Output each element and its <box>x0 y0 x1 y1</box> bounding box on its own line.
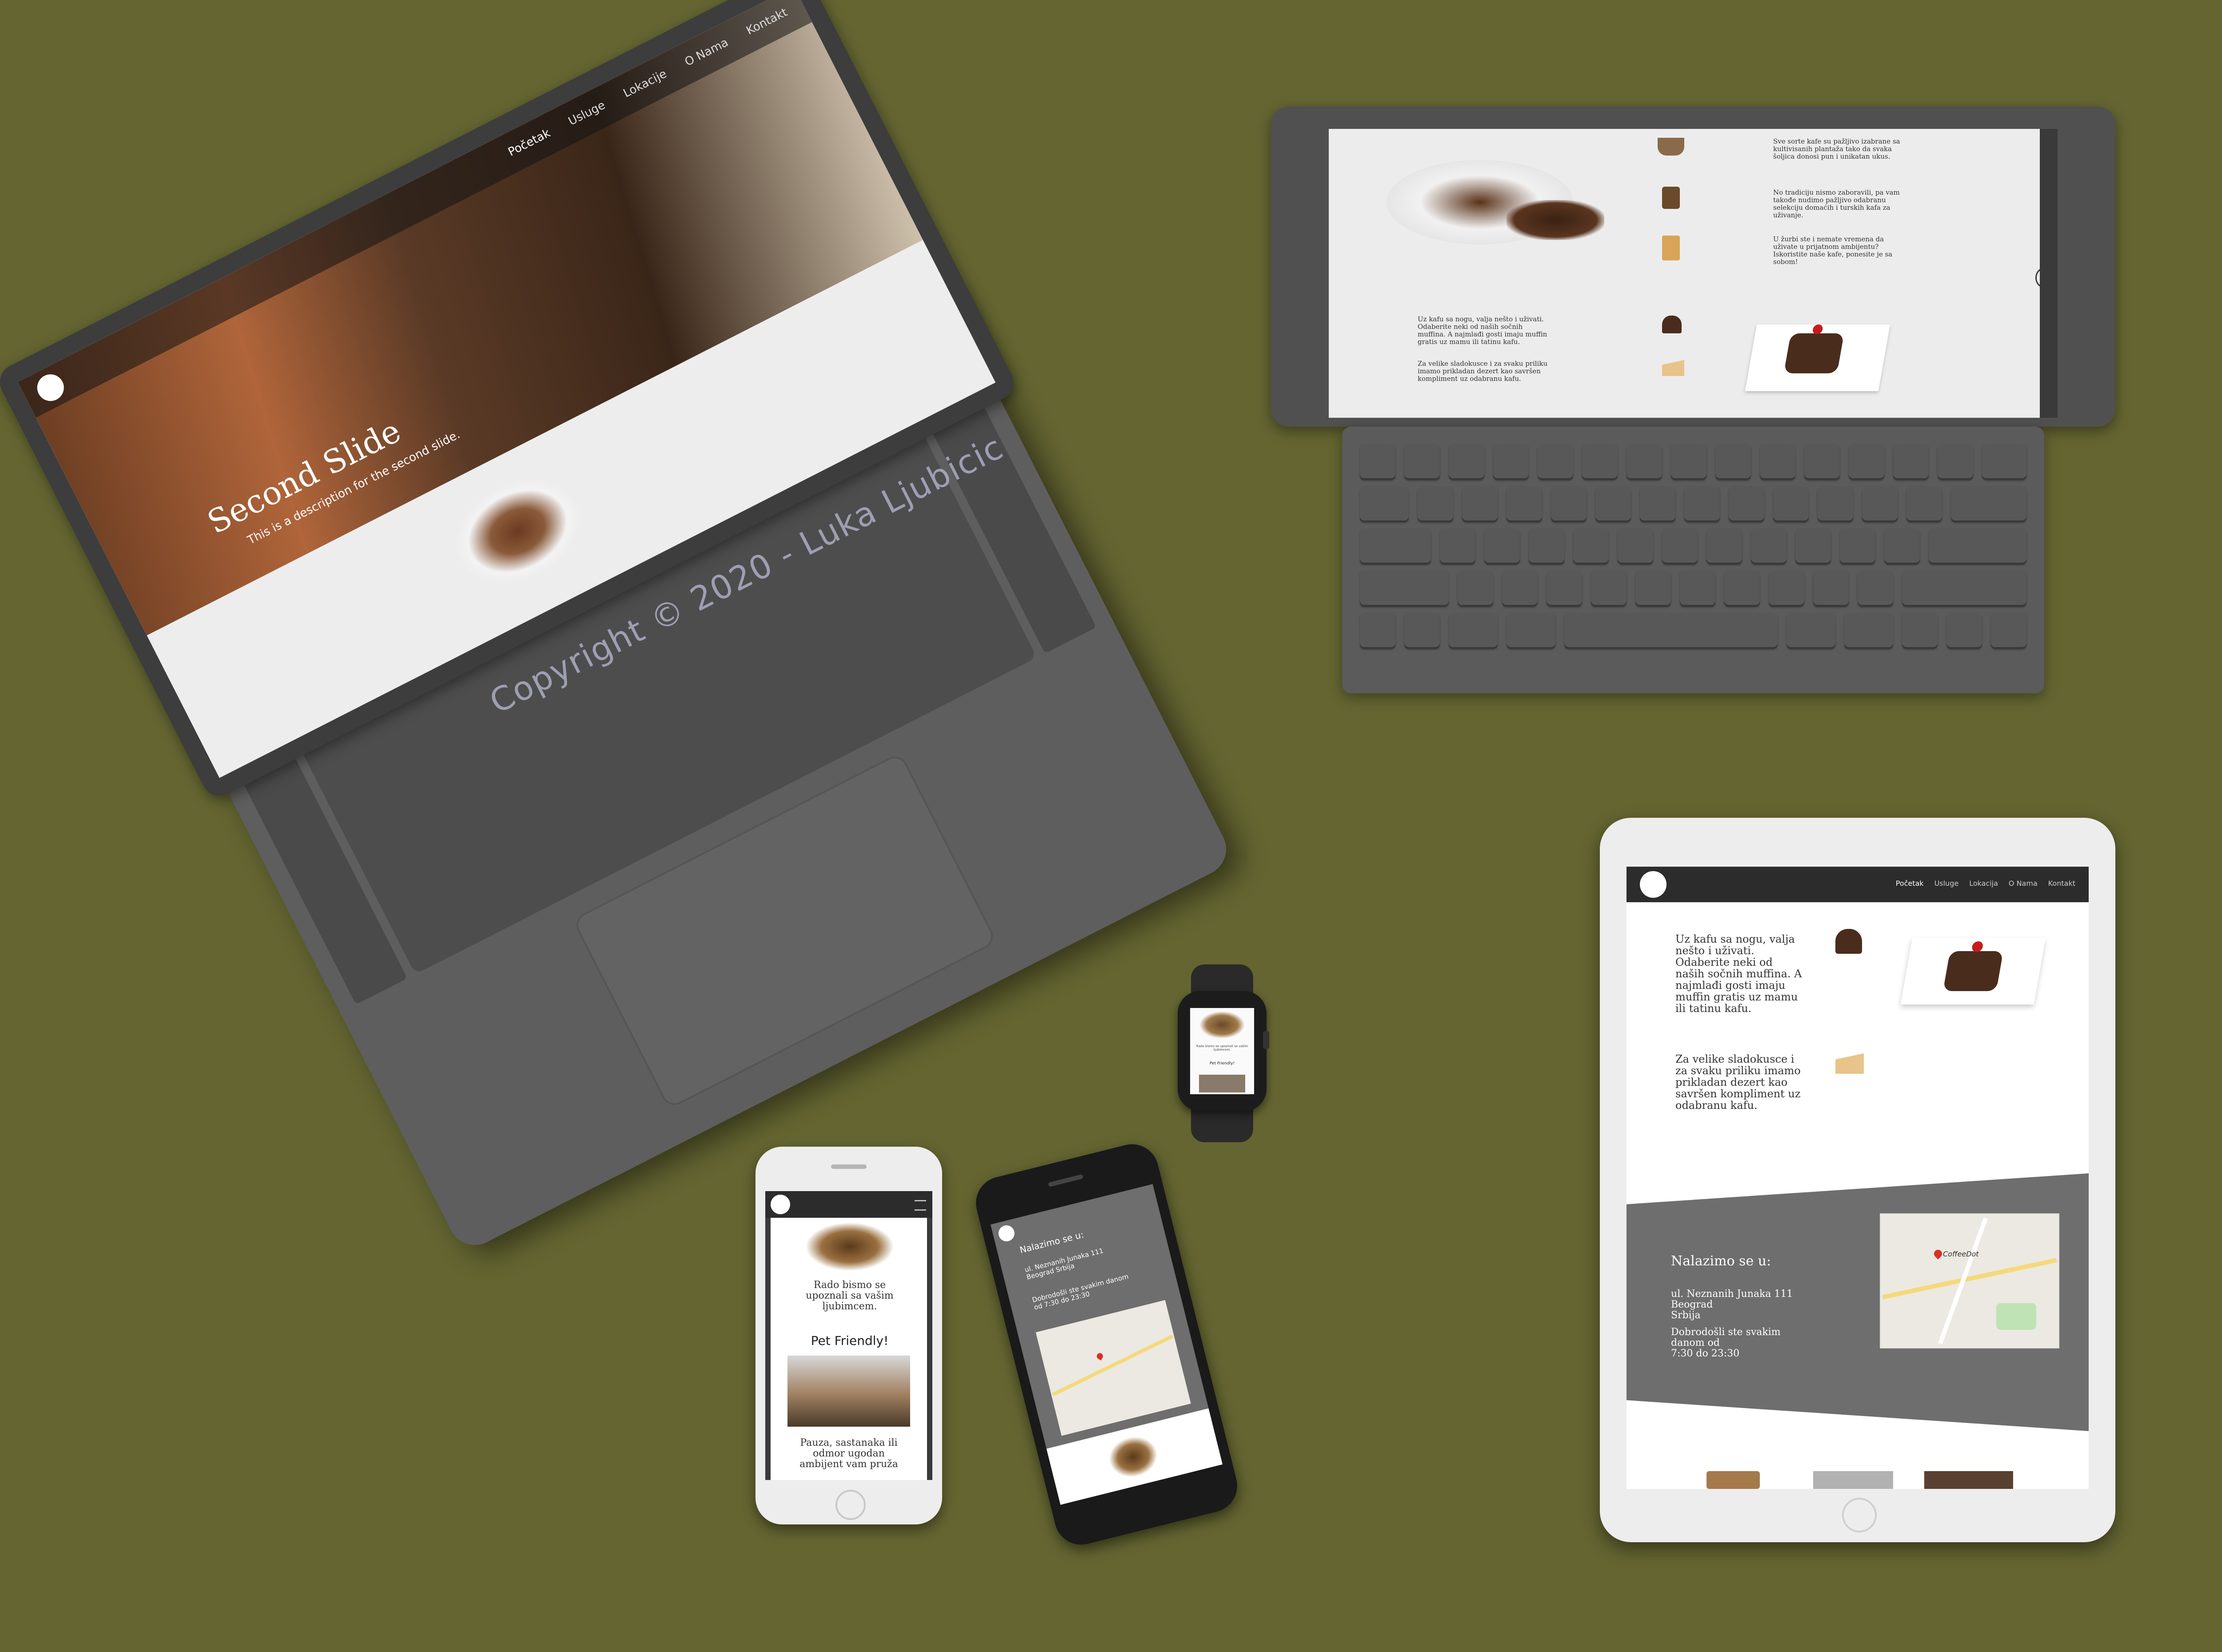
nav-item-lokacije[interactable]: Lokacije <box>621 67 669 100</box>
phone-speaker <box>831 1164 867 1169</box>
phone-white-screen: Rado bismo se upoznali sa vašim ljubimce… <box>765 1191 932 1480</box>
coffee-cup-image <box>436 457 599 605</box>
cafe-interior-image <box>787 1356 910 1427</box>
ipad-frame: Sve sorte kafe su pažljivo izabrane sa k… <box>1271 107 2115 427</box>
ipad-paragraph-4: Uz kafu sa nogu, valja nešto i uživati. … <box>1418 315 1547 346</box>
dog-image <box>1200 1012 1244 1038</box>
location-map[interactable] <box>1035 1300 1191 1436</box>
watch-body: Rado bismo se upoznali sa vašim ljubimce… <box>1178 991 1269 1111</box>
logo[interactable] <box>1640 871 1666 898</box>
nav-item-kontakt[interactable]: Kontakt <box>2048 879 2075 888</box>
nav-item-usluge[interactable]: Usluge <box>566 99 607 128</box>
ipad-paragraph-3: U žurbi ste i nemate vremena da uživate … <box>1773 235 1893 266</box>
icon-takeaway-cup <box>1662 236 1680 260</box>
phone-heading: Pet Friendly! <box>811 1333 889 1348</box>
watch-band-bottom <box>1191 1107 1253 1142</box>
nav-item-o-nama[interactable]: O Nama <box>2009 879 2038 888</box>
dessert-paragraph: Za velike sladokusce i za svaku priliku … <box>1675 1053 1801 1112</box>
ipad-screen: Sve sorte kafe su pažljivo izabrane sa k… <box>1329 129 2058 418</box>
nav-item-pocetak[interactable]: Početak <box>506 127 553 159</box>
hamburger-menu-icon[interactable] <box>915 1200 926 1211</box>
dessert-image <box>1900 938 2046 1004</box>
location-title: Nalazimo se u: <box>1671 1253 1771 1269</box>
nav-item-lokacija[interactable]: Lokacija <box>1969 879 1998 888</box>
phone-home-button[interactable] <box>835 1490 866 1520</box>
ipad-home-button[interactable] <box>1842 1498 1877 1532</box>
watch-heading: Pet Friendly! <box>1209 1061 1235 1066</box>
phone-white-device: Rado bismo se upoznali sa vašim ljubimce… <box>755 1147 942 1524</box>
icon-cake-slice <box>1835 1053 1864 1074</box>
spacebar[interactable] <box>1564 613 1778 649</box>
icon-coffee-cup <box>1658 138 1684 156</box>
ipad-keyboard-device: Sve sorte kafe su pažljivo izabrane sa k… <box>1271 107 2115 702</box>
watch-crown[interactable] <box>1263 1031 1269 1049</box>
icon-cake-slice <box>1662 360 1684 376</box>
ipad-home-button[interactable] <box>2035 267 2058 289</box>
logo[interactable] <box>32 369 69 406</box>
map-pin-icon <box>1095 1352 1104 1361</box>
address-line: ul. Neznanih Junaka 111 <box>1671 1288 1793 1300</box>
gallery-strip <box>1627 1462 2089 1489</box>
site-navbar <box>765 1191 932 1218</box>
location-section: Nalazimo se u: ul. Neznanih Junaka 111 B… <box>1627 1173 2089 1431</box>
icon-muffin <box>1662 316 1682 333</box>
location-map[interactable]: CoffeeDot <box>1880 1213 2059 1348</box>
hours-line: danom od <box>1671 1337 1720 1348</box>
dessert-image <box>1745 324 1890 391</box>
icon-turkish-pot <box>1662 187 1680 209</box>
dog-image <box>805 1222 894 1271</box>
logo[interactable] <box>997 1224 1016 1243</box>
ipad-paragraph-2: No tradiciju nismo zaboravili, pa vam ta… <box>1773 188 1900 219</box>
muffin-paragraph: Uz kafu sa nogu, valja nešto i uživati. … <box>1675 933 1802 1015</box>
dog-image <box>1104 1432 1162 1482</box>
coffee-beans-image <box>1507 200 1604 240</box>
hours-line: Dobrodošli ste svakim <box>1671 1327 1781 1338</box>
nav-item-usluge[interactable]: Usluge <box>1934 879 1959 888</box>
phone-body-text: Pauza, sastanaka ili odmor ugodan ambije… <box>799 1437 898 1470</box>
logo[interactable] <box>771 1195 790 1214</box>
nav-item-pocetak[interactable]: Početak <box>1896 879 1924 888</box>
ipad-white-screen: Početak Usluge Lokacija O Nama Kontakt U… <box>1627 867 2089 1489</box>
ipad-white-device: Početak Usluge Lokacija O Nama Kontakt U… <box>1600 818 2115 1542</box>
address-line: Beograd <box>1671 1299 1713 1310</box>
location-title: Nalazimo se u: <box>1018 1229 1085 1256</box>
smartwatch: Rado bismo se upoznali sa vašim ljubimce… <box>1178 964 1269 1142</box>
icon-muffin <box>1835 929 1862 954</box>
map-place-label: CoffeeDot <box>1943 1250 1979 1258</box>
phone-speaker <box>1048 1174 1084 1187</box>
hours-text: Dobrodošli ste svakim danom od 7:30 do 2… <box>1031 1272 1130 1312</box>
ipad-keyboard <box>1342 427 2044 693</box>
watch-screen: Rado bismo se upoznali sa vašim ljubimce… <box>1190 1008 1254 1094</box>
address-line: Srbija <box>1671 1310 1701 1321</box>
site-navbar: Početak Usluge Lokacija O Nama Kontakt <box>1627 867 2089 902</box>
watch-caption: Rado bismo se upoznali sa vašim ljubimce… <box>1196 1044 1248 1052</box>
ipad-paragraph-5: Za velike sladokusce i za svaku priliku … <box>1418 360 1548 383</box>
nav-item-kontakt[interactable]: Kontakt <box>744 6 790 38</box>
hours-line: 7:30 do 23:30 <box>1671 1348 1740 1359</box>
nav-item-o-nama[interactable]: O Nama <box>683 36 731 69</box>
phone-caption: Rado bismo se upoznali sa vašim ljubimce… <box>806 1280 894 1312</box>
ipad-paragraph-1: Sve sorte kafe su pažljivo izabrane sa k… <box>1773 137 1900 160</box>
map-pin-icon <box>1932 1248 1944 1260</box>
